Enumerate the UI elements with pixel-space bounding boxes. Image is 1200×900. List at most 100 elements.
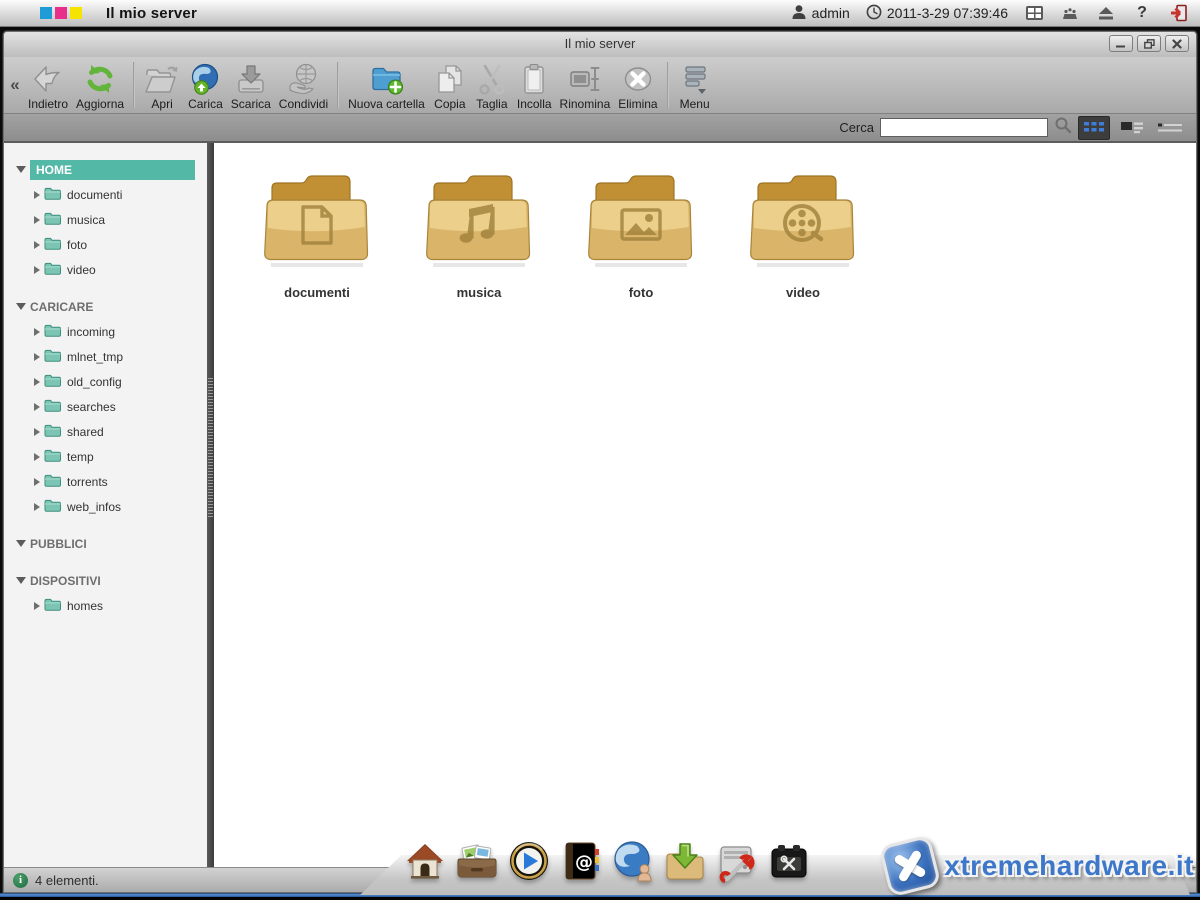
back-button[interactable]: Indietro xyxy=(24,59,72,111)
sidebar-splitter[interactable] xyxy=(207,143,214,867)
sidebar-item-mlnet-tmp[interactable]: mlnet_tmp xyxy=(4,344,207,369)
window-grid-icon[interactable] xyxy=(1024,4,1044,22)
user-menu[interactable]: admin xyxy=(791,4,850,23)
chevron-right-icon xyxy=(34,353,40,361)
file-grid: documenti xyxy=(214,143,1196,867)
sidebar-item-label: musica xyxy=(67,213,105,227)
upload-globe-icon xyxy=(188,62,222,96)
desktop: Il mio server admin 2011-3-29 07:39:46 xyxy=(0,0,1200,900)
logout-icon[interactable] xyxy=(1168,4,1188,22)
folder-icon xyxy=(44,424,61,440)
list-view-button[interactable] xyxy=(1154,116,1186,140)
chevron-right-icon xyxy=(34,216,40,224)
details-view-button[interactable] xyxy=(1116,116,1148,140)
back-arrow-icon xyxy=(31,62,65,96)
dock-media-player-icon[interactable] xyxy=(506,837,552,883)
tool-label: Condividi xyxy=(279,97,328,111)
folder-video[interactable]: video xyxy=(722,167,884,300)
sidebar-item-musica[interactable]: musica xyxy=(4,207,207,232)
dock-downloads-icon[interactable] xyxy=(662,837,708,883)
chevron-right-icon xyxy=(34,403,40,411)
toolbar-separator xyxy=(337,62,339,108)
delete-button[interactable]: Elimina xyxy=(614,59,661,111)
chevron-right-icon xyxy=(34,191,40,199)
upload-button[interactable]: Carica xyxy=(184,59,227,111)
refresh-button[interactable]: Aggiorna xyxy=(72,59,128,111)
tool-label: Aggiorna xyxy=(76,97,124,111)
dock-toolbox-icon[interactable] xyxy=(766,837,812,883)
folder-icon xyxy=(44,262,61,278)
dock-disk-utility-icon[interactable] xyxy=(714,837,760,883)
folder-icon xyxy=(44,449,61,465)
search-label: Cerca xyxy=(839,120,874,135)
chevron-right-icon xyxy=(34,428,40,436)
folder-musica[interactable]: musica xyxy=(398,167,560,300)
sidebar-item-video[interactable]: video xyxy=(4,257,207,282)
sidebar-item-foto[interactable]: foto xyxy=(4,232,207,257)
logo-square-magenta xyxy=(55,7,67,19)
toolbar: « Indietro Aggiorna Apri xyxy=(4,57,1196,113)
svg-text:@: @ xyxy=(575,852,593,873)
folder-foto[interactable]: foto xyxy=(560,167,722,300)
sidebar-item-label: temp xyxy=(67,450,94,464)
sidebar-item-homes[interactable]: homes xyxy=(4,593,207,618)
new-folder-button[interactable]: Nuova cartella xyxy=(344,59,429,111)
chevron-right-icon xyxy=(34,241,40,249)
sidebar-item-shared[interactable]: shared xyxy=(4,419,207,444)
dock-web-users-icon[interactable] xyxy=(610,837,656,883)
copy-button[interactable]: Copia xyxy=(429,59,471,111)
folder-icon xyxy=(581,167,701,269)
sidebar-item-label: web_infos xyxy=(67,500,121,514)
toolbar-separator xyxy=(667,62,669,108)
sidebar-item-label: documenti xyxy=(67,188,122,202)
search-icon[interactable] xyxy=(1054,116,1072,139)
user-name: admin xyxy=(812,5,850,21)
sidebar-section-pubblici[interactable]: PUBBLICI xyxy=(4,531,207,556)
sidebar-item-label: incoming xyxy=(67,325,115,339)
sidebar-section-caricare[interactable]: CARICARE xyxy=(4,294,207,319)
folder-icon xyxy=(44,187,61,203)
folder-icon xyxy=(419,167,539,269)
sidebar-item-label: old_config xyxy=(67,375,122,389)
paste-button[interactable]: Incolla xyxy=(513,59,556,111)
chevron-down-icon xyxy=(16,303,26,310)
sidebar-item-incoming[interactable]: incoming xyxy=(4,319,207,344)
folder-documenti[interactable]: documenti xyxy=(236,167,398,300)
open-button[interactable]: Apri xyxy=(140,59,184,111)
apps-icon[interactable] xyxy=(1060,4,1080,22)
thumbnails-view-button[interactable] xyxy=(1078,116,1110,140)
share-button[interactable]: Condividi xyxy=(275,59,332,111)
paste-icon xyxy=(517,62,551,96)
sidebar-item-old-config[interactable]: old_config xyxy=(4,369,207,394)
toolbar-separator xyxy=(133,62,135,108)
window-titlebar[interactable]: Il mio server xyxy=(4,32,1196,57)
sidebar-item-torrents[interactable]: torrents xyxy=(4,469,207,494)
menu-button[interactable]: Menu xyxy=(674,59,716,111)
delete-icon xyxy=(621,62,655,96)
minimize-button[interactable] xyxy=(1109,35,1133,52)
dock-home-icon[interactable] xyxy=(402,837,448,883)
dock-photo-album-icon[interactable] xyxy=(454,837,500,883)
eject-icon[interactable] xyxy=(1096,4,1116,22)
sidebar-item-web-infos[interactable]: web_infos xyxy=(4,494,207,519)
rename-button[interactable]: Rinomina xyxy=(556,59,615,111)
restore-button[interactable] xyxy=(1137,35,1161,52)
download-button[interactable]: Scarica xyxy=(227,59,275,111)
watermark-text: xtremehardware.it xyxy=(944,850,1194,882)
clock-display[interactable]: 2011-3-29 07:39:46 xyxy=(866,4,1008,23)
search-input[interactable] xyxy=(880,118,1048,137)
sidebar-section-home[interactable]: HOME xyxy=(4,157,207,182)
collapse-toolbar-button[interactable]: « xyxy=(6,75,24,95)
share-globe-icon xyxy=(286,62,320,96)
file-manager-window: Il mio server « Indietro xyxy=(3,31,1197,893)
sidebar-section-dispositivi[interactable]: DISPOSITIVI xyxy=(4,568,207,593)
sidebar-item-temp[interactable]: temp xyxy=(4,444,207,469)
dock-address-book-icon[interactable]: @ xyxy=(558,837,604,883)
folder-icon xyxy=(44,474,61,490)
close-button[interactable] xyxy=(1165,35,1189,52)
chevron-right-icon xyxy=(34,378,40,386)
sidebar-item-documenti[interactable]: documenti xyxy=(4,182,207,207)
cut-button[interactable]: Taglia xyxy=(471,59,513,111)
help-icon[interactable]: ? xyxy=(1132,4,1152,22)
sidebar-item-searches[interactable]: searches xyxy=(4,394,207,419)
